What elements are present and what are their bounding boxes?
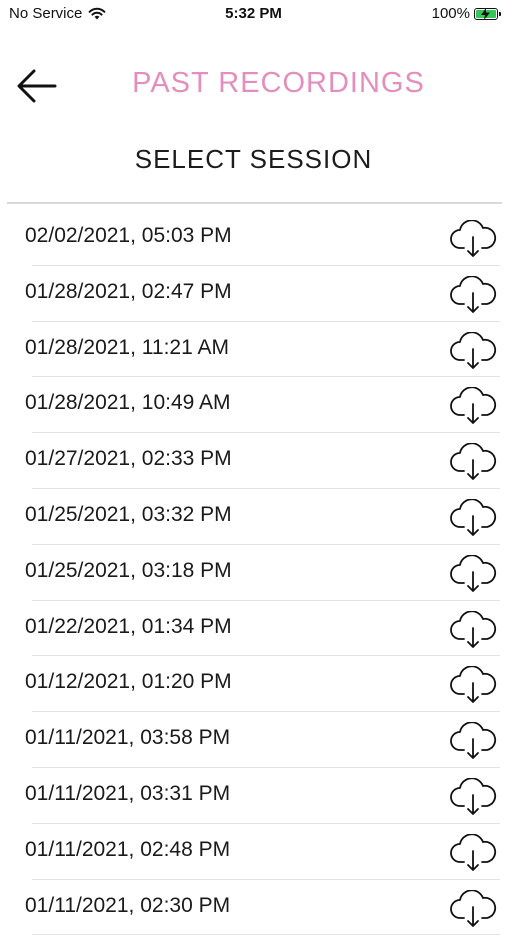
session-date: 01/25/2021, 03:18 PM [25, 558, 232, 582]
session-date: 01/25/2021, 03:32 PM [25, 502, 232, 526]
session-row[interactable]: 01/28/2021, 10:49 AM [0, 377, 507, 434]
cloud-download-icon[interactable] [449, 386, 497, 425]
cloud-download-icon[interactable] [449, 498, 497, 537]
session-date: 01/27/2021, 02:33 PM [25, 447, 232, 471]
session-date: 01/28/2021, 10:49 AM [25, 391, 231, 415]
cloud-download-icon[interactable] [449, 777, 497, 816]
session-row[interactable]: 01/27/2021, 02:33 PM [0, 433, 507, 489]
cloud-download-icon[interactable] [449, 833, 497, 872]
session-date: 01/11/2021, 03:31 PM [25, 781, 231, 805]
session-row[interactable]: 01/28/2021, 11:21 AM [0, 322, 507, 378]
session-date: 01/11/2021, 03:58 PM [25, 726, 231, 750]
session-list: 02/02/2021, 05:03 PM 01/28/2021, 02:47 PM… [0, 210, 507, 935]
cloud-download-icon[interactable] [449, 219, 497, 258]
session-row[interactable]: 01/11/2021, 03:31 PM [0, 768, 507, 824]
session-date: 01/28/2021, 11:21 AM [25, 335, 229, 359]
session-row[interactable]: 01/11/2021, 02:48 PM [0, 824, 507, 880]
status-bar: No Service 5:32 PM 100% [0, 0, 507, 30]
cloud-download-icon[interactable] [449, 721, 497, 760]
cloud-download-icon[interactable] [449, 275, 497, 314]
battery-status: 100% [431, 5, 501, 22]
battery-percent: 100% [431, 5, 470, 22]
page-title: PAST RECORDINGS [132, 67, 425, 99]
session-date: 01/22/2021, 01:34 PM [25, 614, 232, 638]
session-row[interactable]: 01/12/2021, 01:20 PM [0, 656, 507, 713]
cloud-download-icon[interactable] [449, 609, 497, 649]
session-date: 02/02/2021, 05:03 PM [25, 224, 232, 247]
session-row[interactable]: 01/11/2021, 02:30 PM [0, 880, 507, 935]
session-row[interactable]: 01/22/2021, 01:34 PM [0, 601, 507, 657]
session-row[interactable]: 01/11/2021, 03:58 PM [0, 712, 507, 768]
session-row[interactable]: 01/25/2021, 03:18 PM [0, 545, 507, 601]
session-row[interactable]: 02/02/2021, 05:03 PM [0, 210, 507, 266]
session-date: 01/11/2021, 02:30 PM [25, 893, 231, 917]
cloud-download-icon[interactable] [449, 554, 497, 593]
session-row[interactable]: 01/25/2021, 03:32 PM [0, 489, 507, 545]
header: PAST RECORDINGS [0, 55, 507, 115]
session-date: 01/28/2021, 02:47 PM [25, 279, 232, 303]
cloud-download-icon[interactable] [449, 442, 497, 481]
cloud-download-icon[interactable] [449, 888, 497, 928]
session-date: 01/11/2021, 02:48 PM [25, 837, 231, 861]
cloud-download-icon[interactable] [449, 330, 497, 370]
cloud-download-icon[interactable] [449, 665, 497, 704]
session-date: 01/12/2021, 01:20 PM [25, 670, 232, 694]
header-divider [7, 202, 502, 204]
session-row[interactable]: 01/28/2021, 02:47 PM [0, 266, 507, 322]
battery-charging-icon [474, 7, 501, 20]
section-subtitle: SELECT SESSION [134, 144, 373, 174]
